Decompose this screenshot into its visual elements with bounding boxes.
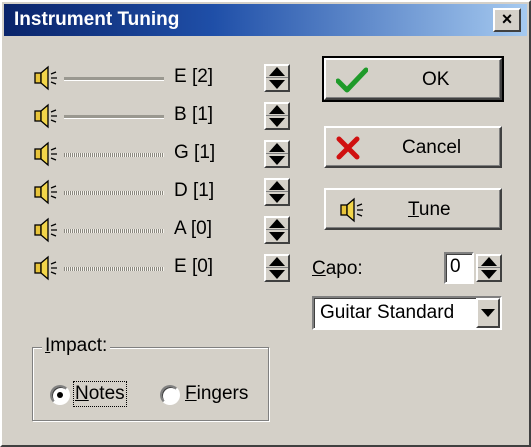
cancel-label: Cancel [402, 137, 462, 158]
string-line [64, 229, 164, 233]
spinner-divider [266, 267, 288, 268]
speaker-icon[interactable] [32, 216, 60, 244]
spin-down-icon [269, 194, 285, 203]
cancel-x-icon [336, 136, 360, 160]
ok-button[interactable]: OK [322, 56, 504, 102]
string-line [64, 267, 164, 271]
spin-up-icon [269, 219, 285, 228]
spin-down-icon [269, 156, 285, 165]
string-label: D [1] [174, 180, 215, 201]
spin-down-icon [269, 232, 285, 241]
string-pitch-spinner[interactable] [264, 64, 290, 92]
speaker-icon[interactable] [32, 254, 60, 282]
string-line [64, 115, 164, 119]
spin-up-icon [269, 181, 285, 190]
string-line [64, 153, 164, 157]
speaker-icon[interactable] [32, 102, 60, 130]
spin-up-icon [481, 257, 497, 266]
spin-up-icon [269, 143, 285, 152]
speaker-icon [340, 197, 363, 223]
string-pitch-spinner[interactable] [264, 178, 290, 206]
spinner-divider [266, 115, 288, 116]
instrument-tuning-dialog: Instrument Tuning × OK Cancel Tune Capo:… [0, 0, 531, 447]
tuning-preset-select[interactable]: Guitar Standard [312, 296, 502, 330]
spin-up-icon [269, 67, 285, 76]
speaker-icon[interactable] [32, 178, 60, 206]
notes-radio-label[interactable]: Notes [73, 381, 127, 407]
string-pitch-spinner[interactable] [264, 216, 290, 244]
capo-label: Capo: [312, 258, 363, 279]
title-bar[interactable]: Instrument Tuning × [4, 4, 527, 36]
capo-input[interactable]: 0 [444, 252, 474, 284]
spin-down-icon [481, 270, 497, 279]
fingers-radio[interactable] [160, 385, 180, 405]
preset-selected-value: Guitar Standard [320, 302, 455, 323]
string-label: E [0] [174, 256, 214, 277]
close-button[interactable]: × [493, 8, 521, 32]
string-label: B [1] [174, 104, 214, 125]
spin-down-icon [269, 270, 285, 279]
spin-up-icon [269, 257, 285, 266]
spinner-divider [266, 229, 288, 230]
capo-spinner[interactable] [476, 254, 502, 282]
string-pitch-spinner[interactable] [264, 254, 290, 282]
notes-radio[interactable] [50, 385, 70, 405]
cancel-button[interactable]: Cancel [324, 126, 502, 168]
tune-button[interactable]: Tune [324, 188, 502, 230]
tune-label: Tune [408, 199, 451, 220]
speaker-icon[interactable] [32, 64, 60, 92]
spinner-divider [266, 191, 288, 192]
spin-down-icon [269, 80, 285, 89]
ok-label: OK [422, 69, 450, 90]
spinner-divider [478, 267, 500, 268]
checkmark-icon [336, 67, 368, 93]
spinner-divider [266, 77, 288, 78]
spinner-divider [266, 153, 288, 154]
window-title: Instrument Tuning [14, 9, 180, 30]
impact-legend: Impact: [42, 335, 111, 357]
chevron-down-icon[interactable] [476, 298, 500, 328]
string-pitch-spinner[interactable] [264, 140, 290, 168]
spin-up-icon [269, 105, 285, 114]
string-pitch-spinner[interactable] [264, 102, 290, 130]
close-icon: × [501, 9, 513, 29]
string-label: G [1] [174, 142, 216, 163]
string-line [64, 77, 164, 81]
spin-down-icon [269, 118, 285, 127]
string-label: E [2] [174, 66, 214, 87]
fingers-radio-label[interactable]: Fingers [185, 383, 248, 405]
string-label: A [0] [174, 218, 213, 239]
speaker-icon[interactable] [32, 140, 60, 168]
string-line [64, 191, 164, 195]
